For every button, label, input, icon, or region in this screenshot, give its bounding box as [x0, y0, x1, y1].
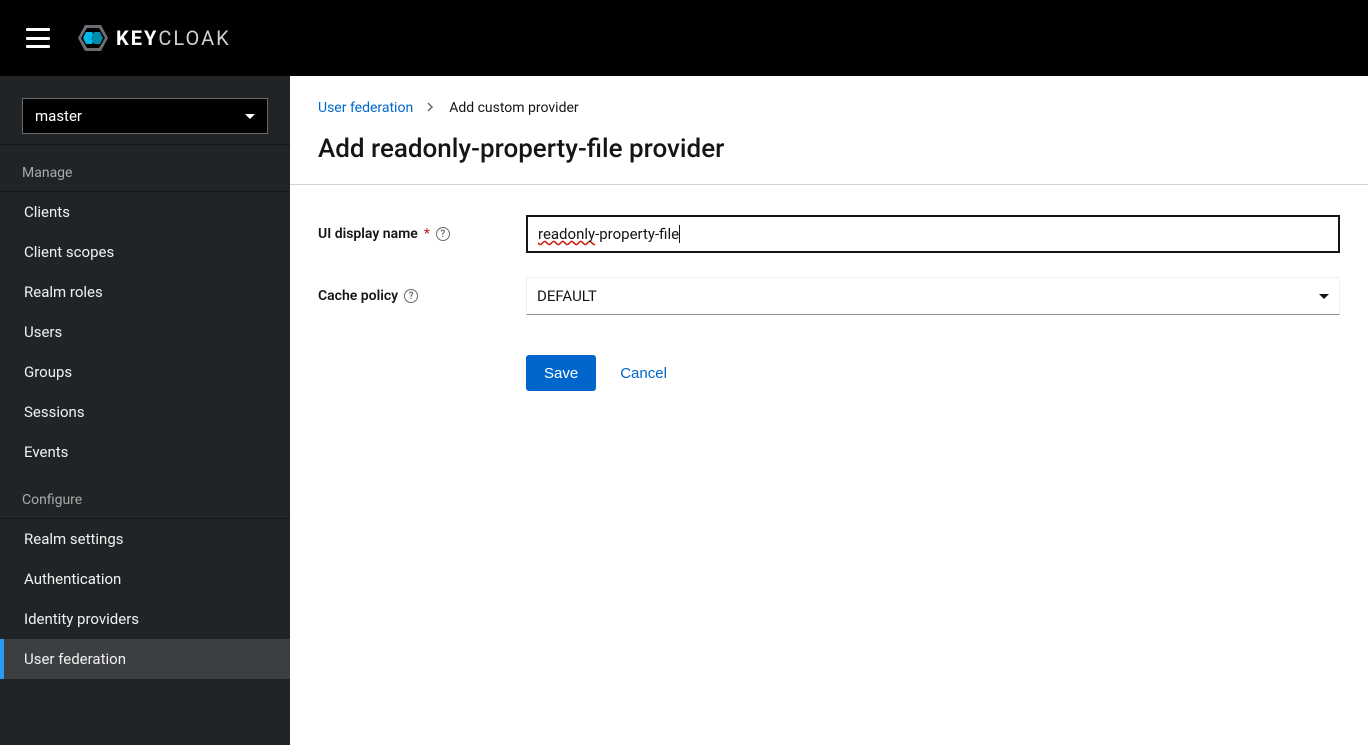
cache-policy-select[interactable]: DEFAULT	[526, 277, 1340, 315]
form-actions: Save Cancel	[526, 355, 1340, 391]
chevron-right-icon	[427, 101, 435, 115]
help-icon[interactable]: ?	[404, 289, 418, 303]
sidebar-item-groups[interactable]: Groups	[0, 352, 290, 392]
app-header: KEYCLOAK	[0, 0, 1368, 76]
menu-toggle-icon[interactable]	[26, 28, 50, 48]
nav-section-configure: Configure	[0, 472, 290, 518]
brand-text: KEYCLOAK	[116, 26, 231, 50]
breadcrumb-current: Add custom provider	[449, 100, 578, 116]
divider	[290, 184, 1368, 185]
realm-selector[interactable]: master	[22, 98, 268, 134]
sidebar-item-users[interactable]: Users	[0, 312, 290, 352]
help-icon[interactable]: ?	[436, 227, 450, 241]
breadcrumb-parent-link[interactable]: User federation	[318, 100, 413, 116]
breadcrumb: User federation Add custom provider	[318, 100, 1340, 116]
sidebar-item-identity-providers[interactable]: Identity providers	[0, 599, 290, 639]
keycloak-logo-icon	[78, 25, 108, 51]
page-title: Add readonly-property-file provider	[318, 134, 1340, 164]
sidebar-item-events[interactable]: Events	[0, 432, 290, 472]
sidebar-item-authentication[interactable]: Authentication	[0, 559, 290, 599]
realm-selector-value: master	[35, 107, 82, 125]
main-content: User federation Add custom provider Add …	[290, 76, 1368, 745]
cache-policy-label: Cache policy	[318, 288, 398, 304]
form-row-cache-policy: Cache policy ? DEFAULT	[318, 277, 1340, 315]
brand-logo[interactable]: KEYCLOAK	[78, 25, 231, 51]
text-cursor	[679, 225, 680, 243]
cache-policy-value: DEFAULT	[537, 287, 597, 305]
sidebar: master Manage Clients Client scopes Real…	[0, 76, 290, 745]
sidebar-item-clients[interactable]: Clients	[0, 192, 290, 232]
save-button[interactable]: Save	[526, 355, 596, 391]
cancel-button[interactable]: Cancel	[620, 365, 667, 382]
sidebar-item-realm-roles[interactable]: Realm roles	[0, 272, 290, 312]
display-name-label: UI display name	[318, 226, 418, 242]
display-name-input[interactable]: readonly-property-file	[526, 215, 1340, 253]
sidebar-item-sessions[interactable]: Sessions	[0, 392, 290, 432]
form-row-display-name: UI display name * ? readonly-property-fi…	[318, 215, 1340, 253]
required-indicator: *	[424, 226, 430, 242]
caret-down-icon	[245, 114, 255, 119]
sidebar-item-realm-settings[interactable]: Realm settings	[0, 519, 290, 559]
sidebar-item-client-scopes[interactable]: Client scopes	[0, 232, 290, 272]
nav-section-manage: Manage	[0, 145, 290, 191]
sidebar-item-user-federation[interactable]: User federation	[0, 639, 290, 679]
caret-down-icon	[1319, 294, 1329, 299]
